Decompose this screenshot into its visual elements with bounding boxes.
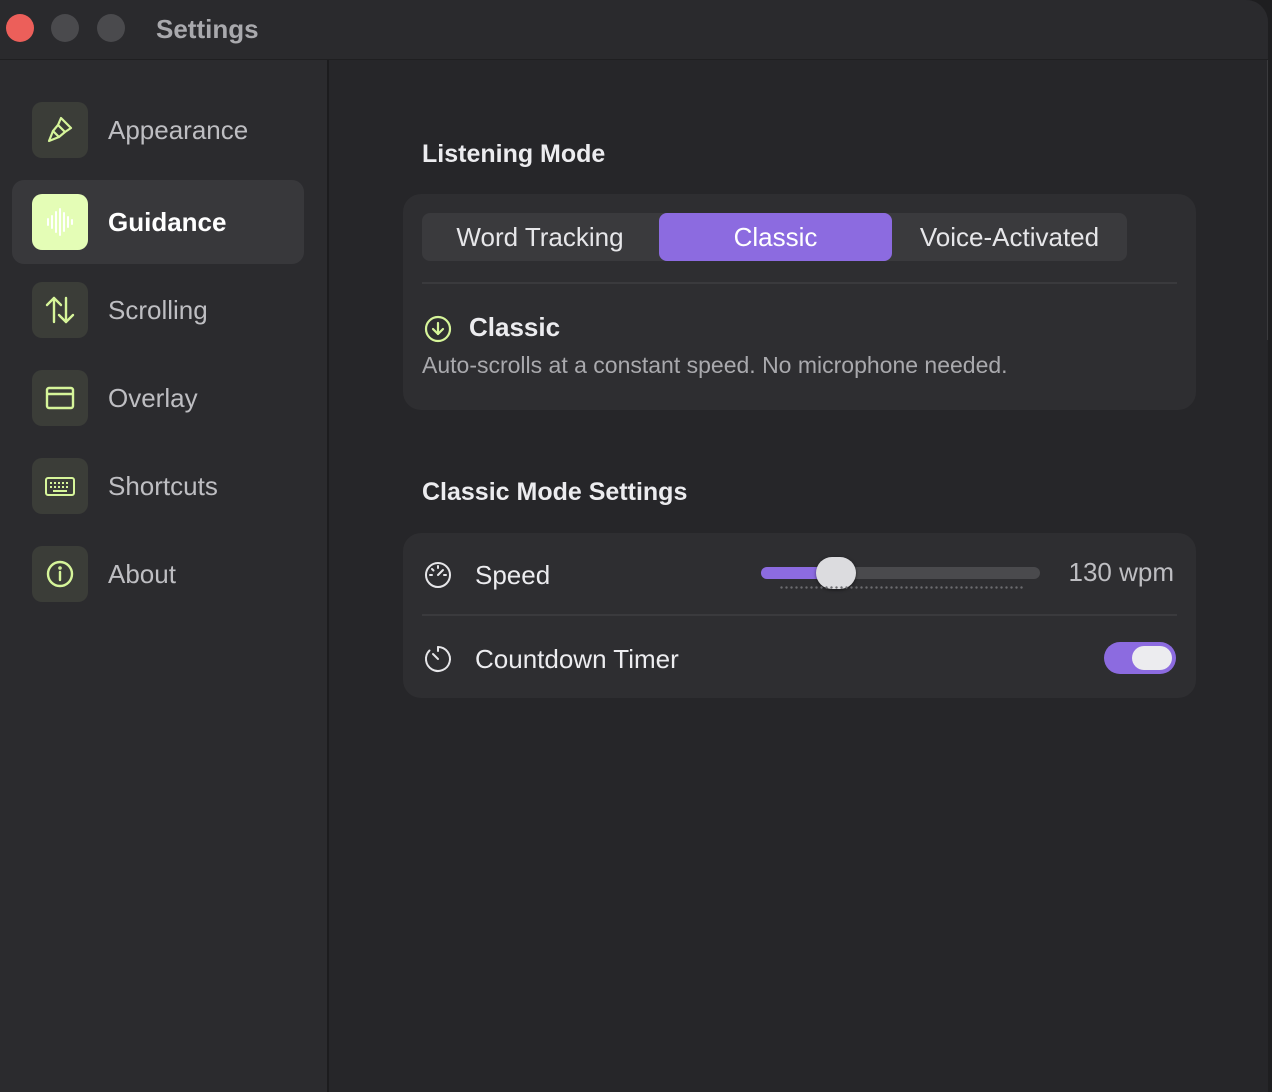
speed-slider[interactable] bbox=[761, 557, 1040, 589]
sidebar-item-label: Shortcuts bbox=[108, 471, 218, 501]
keyboard-icon bbox=[32, 458, 88, 514]
classic-settings-card: Speed 130 wpm Countdown Timer bbox=[403, 533, 1196, 698]
speedometer-icon bbox=[425, 562, 451, 588]
sidebar-item-guidance[interactable]: Guidance bbox=[12, 180, 304, 264]
sidebar: Appearance Guidance Scrolling Overlay Sh… bbox=[0, 60, 329, 1092]
sidebar-item-label: Appearance bbox=[108, 115, 249, 145]
sidebar-item-about[interactable]: About bbox=[12, 532, 304, 616]
speed-value: 130 wpm bbox=[1068, 557, 1175, 587]
sidebar-item-overlay[interactable]: Overlay bbox=[12, 356, 304, 440]
listening-mode-card: Word Tracking Classic Voice-Activated Cl… bbox=[403, 194, 1196, 410]
window-title: Settings bbox=[156, 14, 259, 44]
segment-voice-activated[interactable]: Voice-Activated bbox=[892, 213, 1127, 261]
speed-slider-thumb[interactable] bbox=[816, 557, 857, 589]
main-panel: Listening Mode Word Tracking Classic Voi… bbox=[331, 60, 1268, 1092]
mode-info-description: Auto-scrolls at a constant speed. No mic… bbox=[422, 352, 1008, 378]
info-icon bbox=[32, 546, 88, 602]
divider bbox=[422, 614, 1177, 616]
minimize-window-button[interactable] bbox=[51, 14, 79, 42]
speed-label: Speed bbox=[475, 560, 551, 590]
waveform-icon bbox=[32, 194, 88, 250]
sidebar-item-label: Guidance bbox=[108, 207, 227, 237]
listening-mode-segmented-control: Word Tracking Classic Voice-Activated bbox=[422, 213, 1127, 261]
mode-info-title: Classic bbox=[469, 312, 561, 342]
segment-word-tracking[interactable]: Word Tracking bbox=[422, 213, 658, 261]
sidebar-item-label: Scrolling bbox=[108, 295, 208, 325]
sidebar-item-label: About bbox=[108, 559, 176, 589]
countdown-timer-toggle[interactable] bbox=[1104, 642, 1176, 674]
sidebar-item-scrolling[interactable]: Scrolling bbox=[12, 268, 304, 352]
classic-settings-title: Classic Mode Settings bbox=[422, 478, 688, 506]
window-icon bbox=[32, 370, 88, 426]
arrow-down-circle-icon bbox=[424, 315, 452, 343]
segment-classic[interactable]: Classic bbox=[659, 213, 892, 261]
countdown-timer-label: Countdown Timer bbox=[475, 644, 679, 674]
arrows-up-down-icon bbox=[32, 282, 88, 338]
toggle-knob bbox=[1132, 646, 1172, 670]
settings-window: Settings Appearance Guidance Scrolling O… bbox=[0, 0, 1268, 1092]
maximize-window-button[interactable] bbox=[97, 14, 125, 42]
timer-icon bbox=[425, 646, 451, 672]
window-edge bbox=[1264, 60, 1268, 340]
sidebar-item-shortcuts[interactable]: Shortcuts bbox=[12, 444, 304, 528]
sidebar-item-label: Overlay bbox=[108, 383, 198, 413]
sidebar-item-appearance[interactable]: Appearance bbox=[12, 88, 304, 172]
listening-mode-title: Listening Mode bbox=[422, 140, 606, 168]
title-bar: Settings bbox=[0, 0, 1268, 60]
paintbrush-icon bbox=[32, 102, 88, 158]
close-window-button[interactable] bbox=[6, 14, 34, 42]
divider bbox=[422, 282, 1177, 284]
speed-slider-ticks bbox=[779, 586, 1023, 589]
